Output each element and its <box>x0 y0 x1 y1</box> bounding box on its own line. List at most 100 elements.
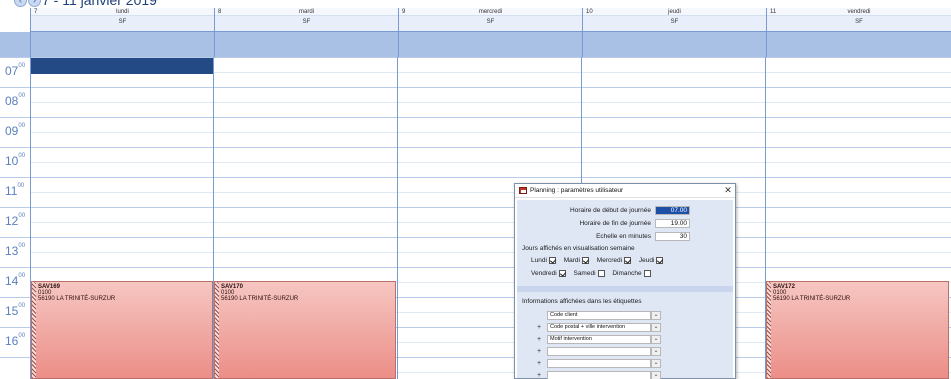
label-field-5[interactable]: + ⌄ <box>537 359 662 368</box>
dialog-body: Horaire de début de journée Horaire de f… <box>517 200 733 379</box>
appointment-location: 56190 LA TRINITÉ-SURZUR <box>773 296 851 302</box>
day-header-tuesday[interactable]: 8 mardi SF <box>214 8 398 57</box>
day-name: mercredi <box>478 9 503 15</box>
all-day-area[interactable] <box>31 32 214 57</box>
resource-label: SF <box>767 16 951 32</box>
all-day-area[interactable] <box>215 32 398 57</box>
section-divider <box>517 286 733 292</box>
checkbox-label: Mercredi <box>596 257 623 265</box>
chevron-down-icon[interactable]: ⌄ <box>651 323 661 332</box>
appointment-status-stripe <box>215 282 219 378</box>
checkbox-label: Vendredi <box>531 270 557 278</box>
chevron-down-icon[interactable]: ⌄ <box>651 359 661 368</box>
weekday-checkboxes: Lundi Mardi Mercredi Jeudi <box>531 257 669 264</box>
hour-label: 1400 <box>5 273 26 288</box>
appointment-location: 56190 LA TRINITÉ-SURZUR <box>38 296 116 302</box>
checkbox-lundi[interactable] <box>548 257 556 264</box>
appointment-card[interactable]: SAV169 0100 56190 LA TRINITÉ-SURZUR <box>31 281 213 379</box>
hour-label: 1200 <box>5 213 26 228</box>
weekend-checkboxes: Vendredi Samedi Dimanche <box>531 270 657 277</box>
hour-label: 1500 <box>5 303 26 318</box>
label-field-6[interactable]: + ⌄ <box>537 371 662 379</box>
appointment-status-stripe <box>767 282 771 378</box>
scale-input[interactable] <box>655 232 690 241</box>
scale-row: Echelle en minutes <box>517 231 733 242</box>
checkbox-samedi[interactable] <box>597 270 605 277</box>
week-title: 7 - 11 janvier 2019 <box>42 0 157 8</box>
close-icon[interactable]: ✕ <box>721 185 735 196</box>
checkbox-mercredi[interactable] <box>624 257 632 264</box>
chevron-right-icon[interactable]: › <box>28 0 41 7</box>
hour-label: 1600 <box>5 333 26 348</box>
checkbox-label: Samedi <box>573 270 596 278</box>
all-day-area[interactable] <box>583 32 766 57</box>
chevron-down-icon[interactable]: ⌄ <box>651 371 661 379</box>
time-grid[interactable]: 0700 0800 0900 1000 1100 1200 1300 1400 … <box>0 57 951 379</box>
all-day-area[interactable] <box>399 32 582 57</box>
day-number: 11 <box>770 9 777 15</box>
label-field-select[interactable]: Code postal + ville intervention <box>547 323 651 332</box>
label-field-3[interactable]: + Motif intervention ⌄ <box>537 335 662 344</box>
day-number: 7 <box>34 9 38 15</box>
appointment-status-stripe <box>32 282 36 378</box>
appointment-location: 56190 LA TRINITÉ-SURZUR <box>221 296 299 302</box>
calendar-app-icon <box>519 187 527 194</box>
day-start-label: Horaire de début de journée <box>570 207 651 214</box>
week-navigation: ‹ › 7 - 11 janvier 2019 <box>0 0 951 8</box>
days-section-title: Jours affichés en visualisation semaine <box>522 245 635 252</box>
hour-label: 0800 <box>5 93 26 108</box>
day-header-thursday[interactable]: 10 jeudi SF <box>582 8 766 57</box>
checkbox-dimanche[interactable] <box>643 270 651 277</box>
day-header-friday[interactable]: 11 vendredi SF <box>766 8 951 57</box>
label-field-select[interactable]: Motif intervention <box>547 335 651 344</box>
appointment-card[interactable]: SAV172 0100 56190 LA TRINITÉ-SURZUR <box>766 281 949 379</box>
day-start-input[interactable] <box>655 206 690 215</box>
hour-label: 0700 <box>5 63 26 78</box>
selected-time-slot[interactable] <box>31 58 213 74</box>
label-field-select[interactable] <box>547 371 651 379</box>
day-name: vendredi <box>847 9 871 15</box>
labels-section-title: Informations affichées dans les étiquett… <box>522 298 642 305</box>
day-end-input[interactable] <box>655 219 690 228</box>
checkbox-label: Mardi <box>563 257 580 265</box>
resource-label: SF <box>399 16 582 32</box>
label-field-2[interactable]: + Code postal + ville intervention ⌄ <box>537 323 662 332</box>
day-end-row: Horaire de fin de journée <box>517 218 733 229</box>
scale-label: Echelle en minutes <box>596 233 651 240</box>
resource-label: SF <box>31 16 214 32</box>
day-name: lundi <box>116 9 129 15</box>
hour-label: 1100 <box>5 183 25 198</box>
day-name: jeudi <box>668 9 681 15</box>
day-header-wednesday[interactable]: 9 mercredi SF <box>398 8 582 57</box>
appointment-card[interactable]: SAV170 0100 56190 LA TRINITÉ-SURZUR <box>214 281 396 379</box>
planning-window: ‹ › 7 - 11 janvier 2019 7 lundi SF 8 mardi… <box>0 0 951 379</box>
label-field-select[interactable] <box>547 359 651 368</box>
user-settings-dialog: Planning : paramètres utilisateur ✕ Hora… <box>514 183 736 379</box>
chevron-down-icon[interactable]: ⌄ <box>651 335 661 344</box>
day-number: 10 <box>586 9 593 15</box>
dialog-title-bar[interactable]: Planning : paramètres utilisateur ✕ <box>515 184 735 198</box>
checkbox-label: Jeudi <box>638 257 655 265</box>
label-field-4[interactable]: + ⌄ <box>537 347 662 356</box>
day-start-row: Horaire de début de journée <box>517 205 733 216</box>
chevron-down-icon[interactable]: ⌄ <box>651 311 661 320</box>
label-field-1[interactable]: Code client ⌄ <box>537 311 662 320</box>
day-number: 9 <box>402 9 406 15</box>
label-field-select[interactable]: Code client <box>547 311 651 320</box>
resource-label: SF <box>215 16 398 32</box>
checkbox-jeudi[interactable] <box>656 257 664 264</box>
day-header-monday[interactable]: 7 lundi SF <box>30 8 214 57</box>
day-number: 8 <box>218 9 222 15</box>
label-field-select[interactable] <box>547 347 651 356</box>
time-gutter-header <box>0 8 30 57</box>
day-name: mardi <box>298 9 314 15</box>
chevron-down-icon[interactable]: ⌄ <box>651 347 661 356</box>
hour-label: 1000 <box>5 153 26 168</box>
checkbox-vendredi[interactable] <box>558 270 566 277</box>
day-end-label: Horaire de fin de journée <box>579 220 651 227</box>
checkbox-mardi[interactable] <box>581 257 589 264</box>
checkbox-label: Dimanche <box>612 270 642 278</box>
dialog-title: Planning : paramètres utilisateur <box>530 187 624 194</box>
chevron-left-icon[interactable]: ‹ <box>14 0 27 7</box>
all-day-area[interactable] <box>767 32 951 57</box>
